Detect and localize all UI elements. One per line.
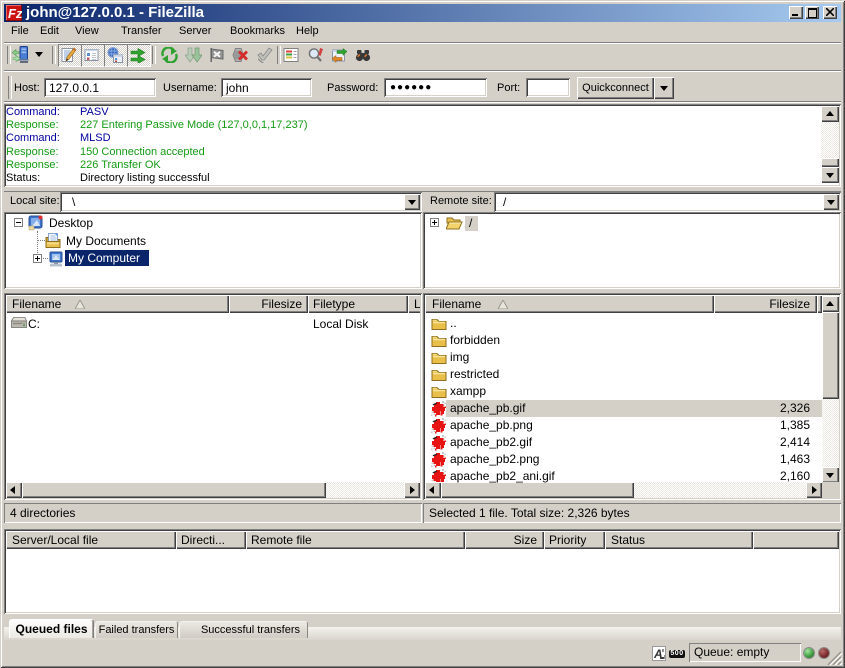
svg-text:Fz: Fz <box>8 6 22 21</box>
